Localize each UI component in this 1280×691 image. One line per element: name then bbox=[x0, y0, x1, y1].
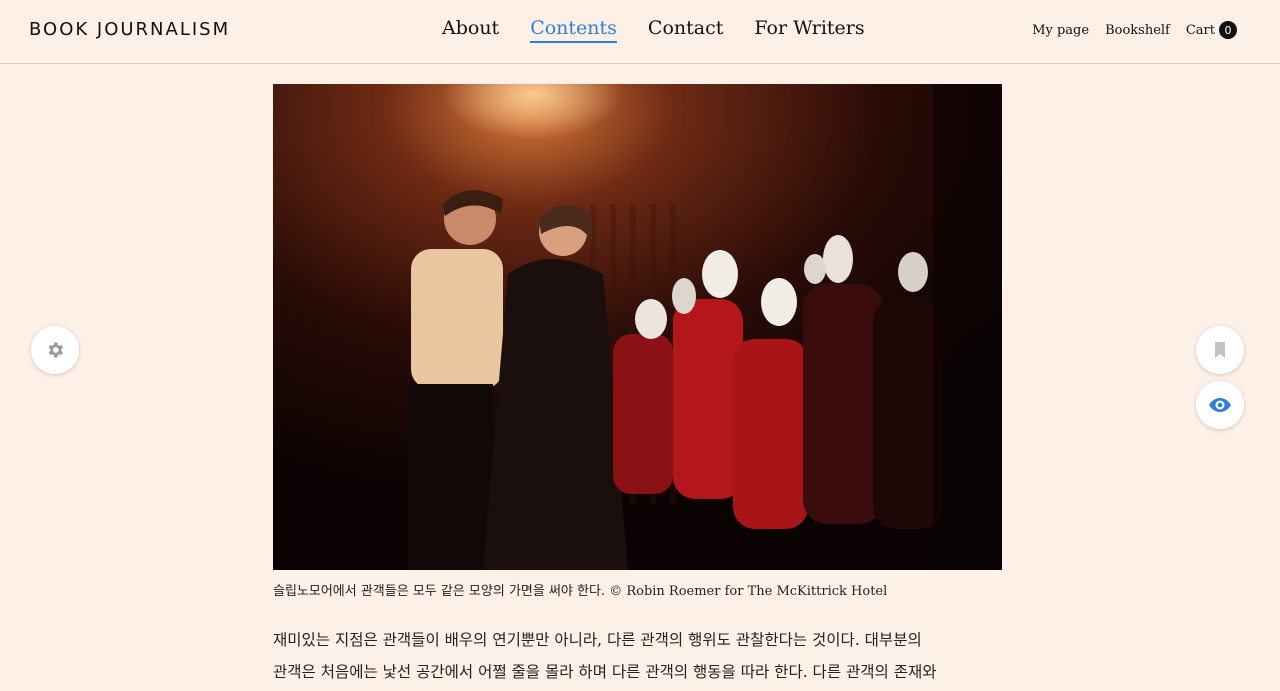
photo-caption: 슬립노모어에서 관객들은 모두 같은 모양의 가면을 써야 한다. © Robi… bbox=[273, 584, 888, 599]
eye-icon bbox=[1209, 398, 1231, 412]
cart-label: Cart bbox=[1185, 22, 1215, 38]
nav-for-writers[interactable]: For Writers bbox=[754, 17, 864, 43]
site-header: BOOK JOURNALISM About Contents Contact F… bbox=[0, 0, 1280, 64]
bookmark-icon bbox=[1212, 341, 1228, 359]
paragraph-line: 재미있는 지점은 관객들이 배우의 연기뿐만 아니라, 다른 관객의 행위도 관… bbox=[273, 631, 922, 649]
settings-button[interactable] bbox=[31, 326, 79, 374]
main-nav: About Contents Contact For Writers bbox=[442, 17, 865, 43]
site-logo[interactable]: BOOK JOURNALISM bbox=[29, 19, 230, 40]
gear-icon bbox=[45, 340, 65, 360]
nav-contents[interactable]: Contents bbox=[530, 17, 617, 43]
nav-contact[interactable]: Contact bbox=[648, 17, 723, 43]
bookshelf-link[interactable]: Bookshelf bbox=[1105, 23, 1170, 38]
article-paragraph: 재미있는 지점은 관객들이 배우의 연기뿐만 아니라, 다른 관객의 행위도 관… bbox=[273, 624, 1002, 688]
cart-count-badge: 0 bbox=[1219, 21, 1237, 39]
view-button[interactable] bbox=[1196, 381, 1244, 429]
nav-about[interactable]: About bbox=[442, 17, 499, 43]
theatre-scene-image bbox=[273, 84, 1002, 570]
article-photo bbox=[273, 84, 1002, 570]
cart-link[interactable]: Cart 0 bbox=[1186, 21, 1237, 39]
paragraph-line: 관객은 처음에는 낯선 공간에서 어쩔 줄을 몰라 하며 다른 관객의 행동을 … bbox=[273, 663, 937, 681]
my-page-link[interactable]: My page bbox=[1032, 23, 1089, 38]
user-menu: My page Bookshelf Cart 0 bbox=[1032, 21, 1237, 39]
bookmark-button[interactable] bbox=[1196, 326, 1244, 374]
